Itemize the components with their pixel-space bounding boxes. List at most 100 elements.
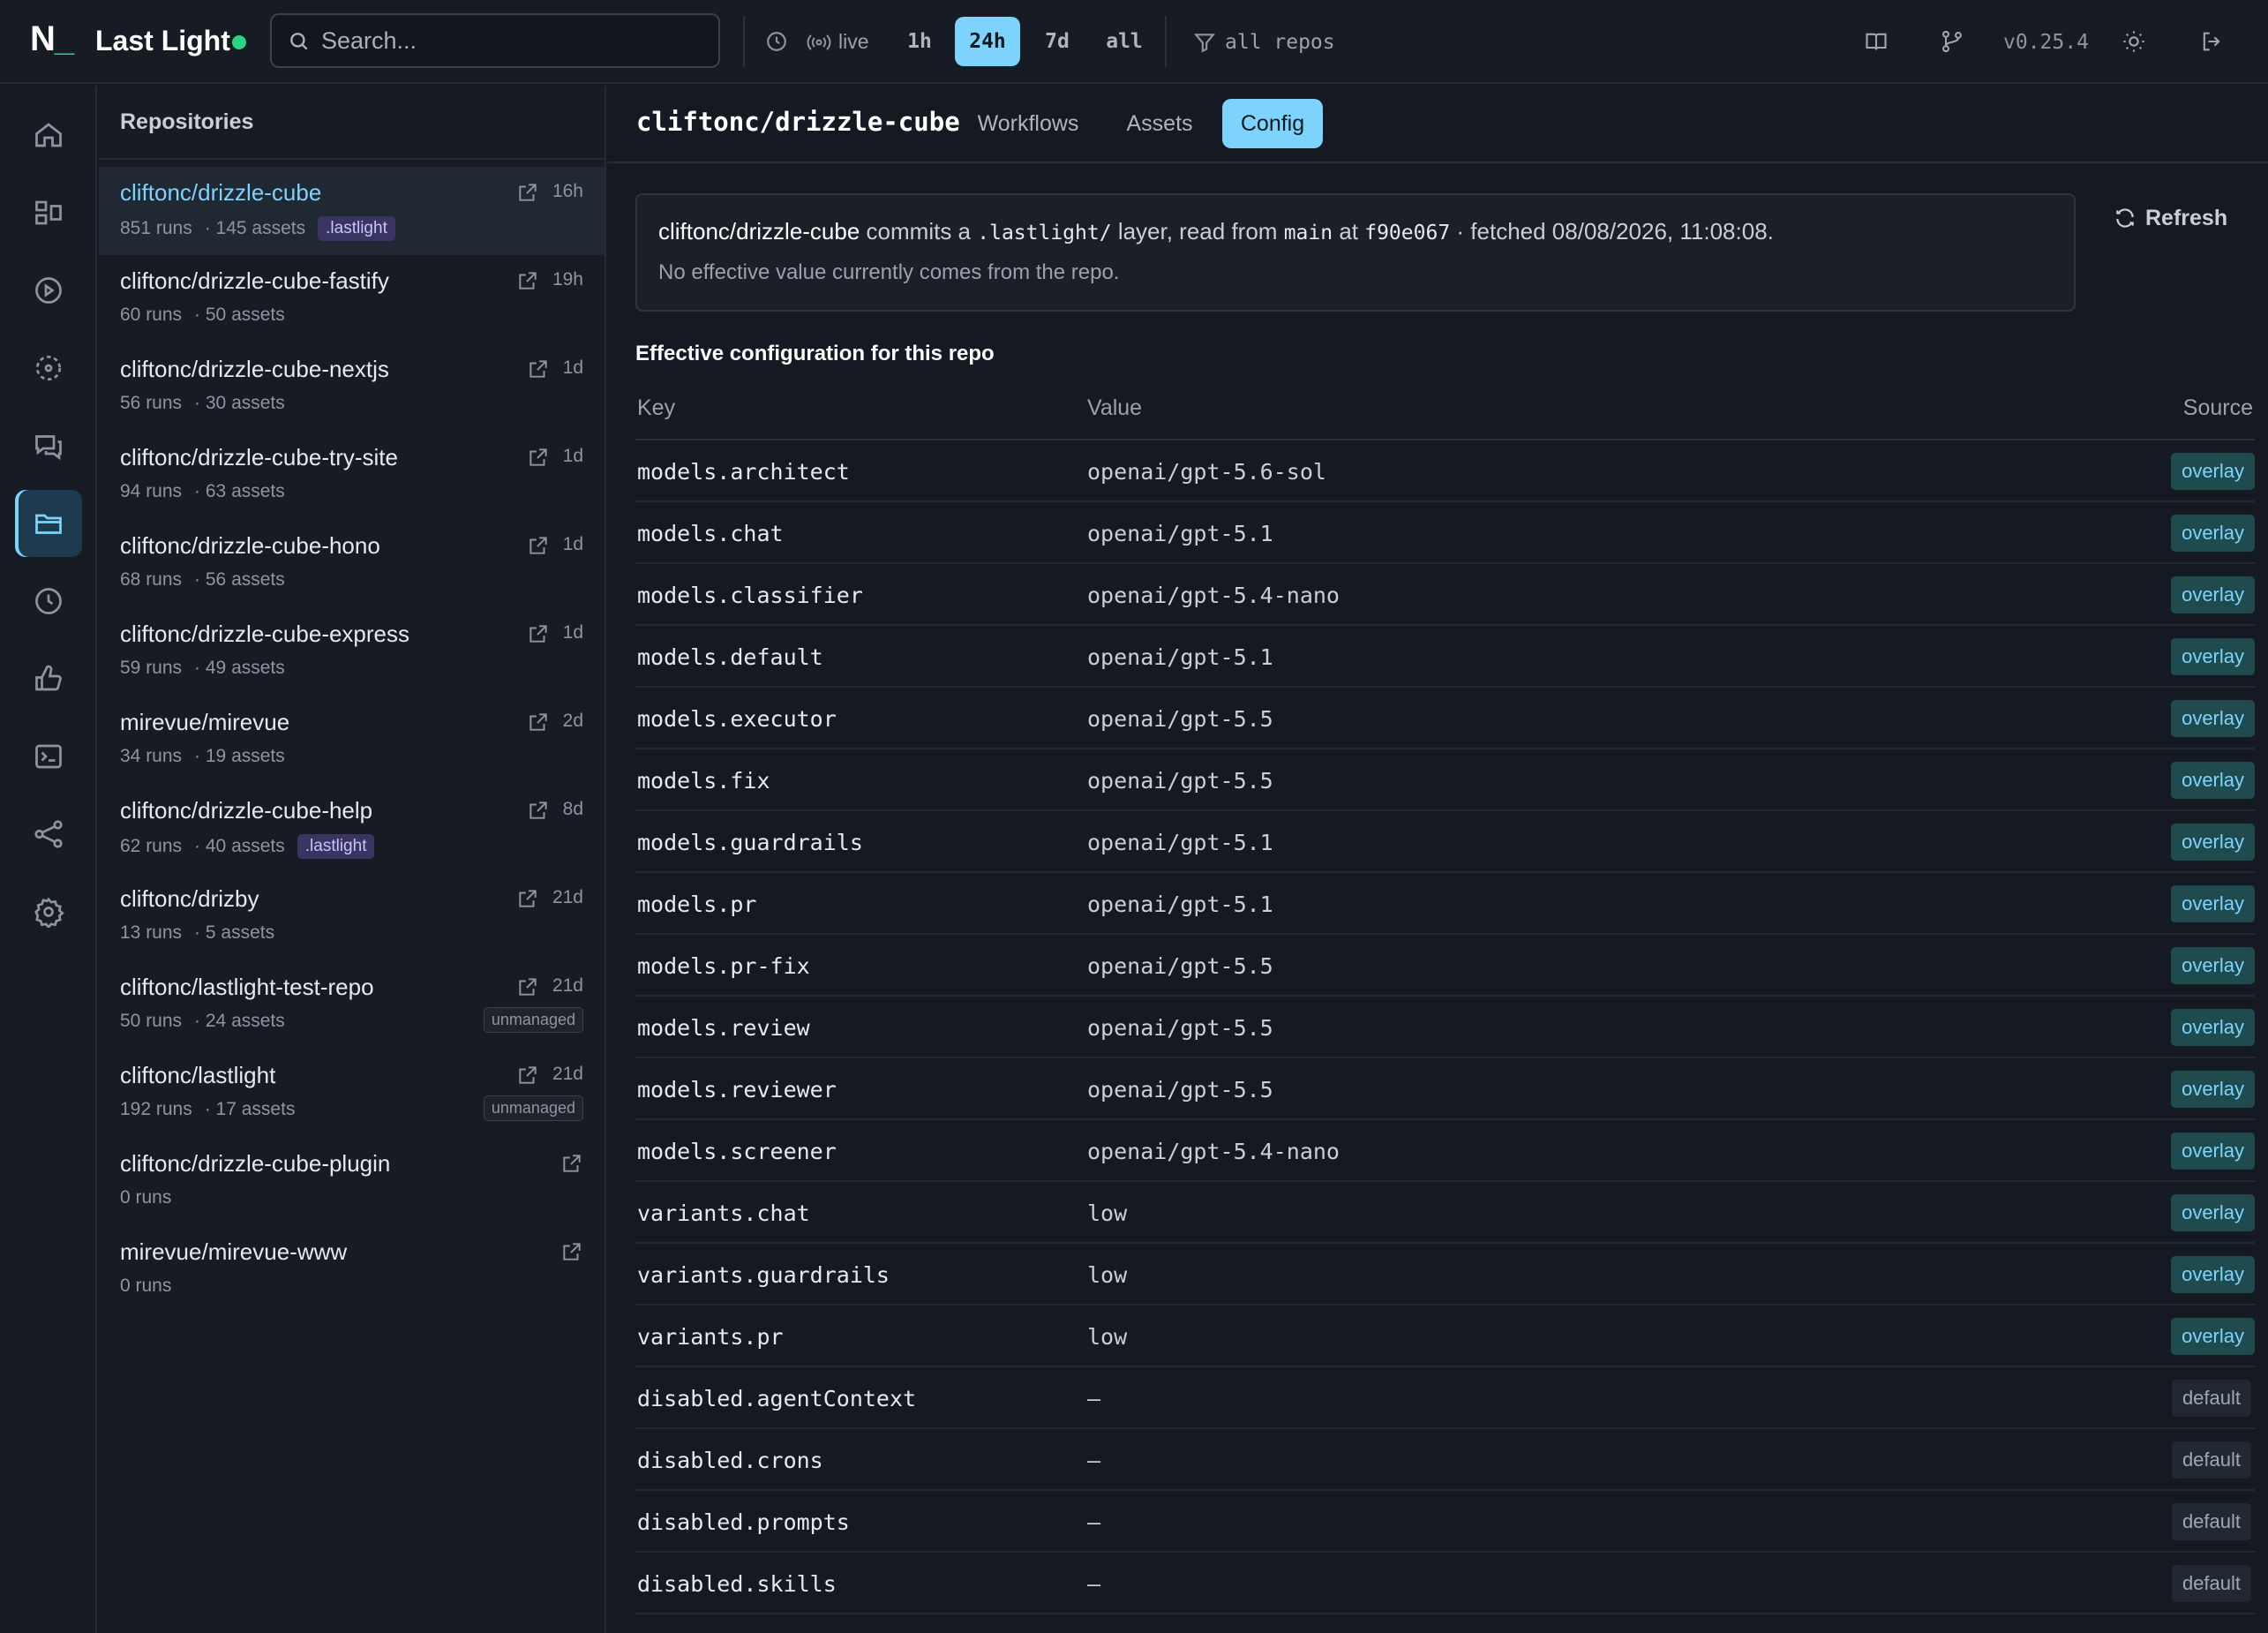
repo-last-activity: 16h	[552, 181, 583, 201]
nav-home[interactable]	[15, 102, 82, 169]
nav-terminal[interactable]	[15, 723, 82, 790]
table-row: disabled.agentContext — default	[635, 1367, 2255, 1429]
table-row: variants.pr low overlay	[635, 1306, 2255, 1367]
divider	[1165, 16, 1167, 67]
external-link-icon[interactable]	[516, 1064, 539, 1087]
repo-assets: · 19 assets	[194, 746, 285, 766]
external-link-icon[interactable]	[560, 1152, 583, 1175]
repo-list-item[interactable]: cliftonc/lastlight-test-repo 50 runs · 24 …	[99, 961, 605, 1050]
external-link-icon[interactable]	[516, 975, 539, 998]
config-key: models.review	[637, 1014, 810, 1041]
external-link-icon[interactable]	[527, 446, 550, 469]
config-key: models.default	[637, 643, 823, 670]
range-all[interactable]: all	[1101, 17, 1147, 66]
repo-list-item[interactable]: cliftonc/drizzle-cube-fastify 60 runs · 50…	[99, 255, 605, 343]
repo-list-item[interactable]: cliftonc/drizzle-cube-try-site 94 runs · 6…	[99, 432, 605, 520]
range-1h[interactable]: 1h	[902, 17, 937, 66]
nav-repositories[interactable]	[15, 490, 82, 557]
repo-list-item[interactable]: mirevue/mirevue 34 runs · 19 assets 2d	[99, 696, 605, 785]
repo-filter[interactable]: all repos	[1193, 0, 1335, 84]
repo-list-item[interactable]: mirevue/mirevue-www 0 runs	[99, 1226, 605, 1314]
repo-assets: · 5 assets	[194, 922, 275, 943]
repo-runs: 851 runs	[120, 218, 192, 238]
repo-list-item[interactable]: cliftonc/drizzle-cube-express 59 runs · 49…	[99, 608, 605, 696]
range-7d[interactable]: 7d	[1040, 17, 1075, 66]
source-badge: overlay	[2171, 638, 2255, 675]
git-branch-icon[interactable]	[1934, 24, 1970, 59]
repo-list-item[interactable]: cliftonc/drizzle-cube-hono 68 runs · 56 as…	[99, 520, 605, 608]
config-key: variants.guardrails	[637, 1261, 890, 1288]
repo-runs: 0 runs	[120, 1187, 172, 1208]
sun-icon[interactable]	[2116, 24, 2152, 59]
external-link-icon[interactable]	[527, 622, 550, 645]
nav-share[interactable]	[15, 801, 82, 868]
live-status-dot	[232, 35, 246, 49]
source-badge: overlay	[2171, 824, 2255, 861]
search-input[interactable]: Search...	[270, 13, 720, 68]
tab-config[interactable]: Config	[1222, 99, 1323, 148]
repo-list-item[interactable]: cliftonc/drizzle-cube-help 62 runs · 40 as…	[99, 785, 605, 873]
nav-layout[interactable]	[15, 179, 82, 246]
source-badge: overlay	[2171, 576, 2255, 613]
live-toggle[interactable]: live	[807, 0, 869, 84]
config-value: —	[1087, 1385, 1101, 1411]
external-link-icon[interactable]	[560, 1240, 583, 1263]
source-badge: overlay	[2171, 453, 2255, 490]
config-key: variants.chat	[637, 1200, 810, 1226]
repo-runs: 50 runs	[120, 1011, 183, 1031]
repo-list-item[interactable]: cliftonc/lastlight 192 runs · 17 assets 21d…	[99, 1050, 605, 1138]
nav-runs[interactable]	[15, 257, 82, 324]
nav-chat[interactable]	[15, 412, 82, 479]
repo-meta: 0 runs	[120, 1276, 171, 1297]
repo-meta: 62 runs · 40 assets .lastlight	[120, 834, 375, 859]
config-key: models.architect	[637, 458, 850, 485]
repo-list-item[interactable]: cliftonc/drizby 13 runs · 5 assets 21d	[99, 873, 605, 961]
nav-feedback[interactable]	[15, 645, 82, 712]
config-key: models.classifier	[637, 582, 863, 608]
book-icon[interactable]	[1859, 24, 1894, 59]
app-logo[interactable]: N_	[30, 19, 74, 59]
repo-runs: 56 runs	[120, 393, 183, 413]
nav-rail	[0, 86, 97, 1633]
table-row: disabled.crons — default	[635, 1429, 2255, 1491]
config-value: low	[1087, 1261, 1128, 1288]
config-key: models.executor	[637, 705, 837, 732]
config-key: disabled.agentContext	[637, 1385, 917, 1411]
external-link-icon[interactable]	[527, 799, 550, 822]
nav-scan[interactable]	[15, 335, 82, 402]
logout-icon[interactable]	[2194, 24, 2229, 59]
repo-name: cliftonc/drizzle-cube-hono	[120, 532, 380, 559]
clock-icon[interactable]	[759, 24, 794, 59]
external-link-icon[interactable]	[516, 887, 539, 910]
repo-last-activity: 1d	[562, 622, 583, 643]
config-value: openai/gpt-5.1	[1087, 829, 1273, 855]
repo-name: cliftonc/drizzle-cube-plugin	[120, 1150, 391, 1177]
external-link-icon[interactable]	[516, 181, 539, 204]
table-row: models.executor openai/gpt-5.5 overlay	[635, 688, 2255, 749]
range-24h[interactable]: 24h	[955, 17, 1020, 66]
tab-assets[interactable]: Assets	[1120, 99, 1199, 148]
nav-settings[interactable]	[15, 878, 82, 945]
config-value: openai/gpt-5.6-sol	[1087, 458, 1326, 485]
folder-icon	[35, 514, 62, 534]
repo-runs: 62 runs	[120, 836, 183, 856]
table-row: models.architect openai/gpt-5.6-sol overla…	[635, 440, 2255, 502]
config-value: openai/gpt-5.5	[1087, 1014, 1273, 1041]
info-sha: f90e067	[1364, 222, 1451, 245]
repo-list-item[interactable]: cliftonc/drizzle-cube-nextjs 56 runs · 30 …	[99, 343, 605, 432]
config-key: models.fix	[637, 767, 770, 794]
tab-workflows[interactable]: Workflows	[973, 99, 1083, 148]
external-link-icon[interactable]	[527, 357, 550, 380]
external-link-icon[interactable]	[527, 711, 550, 734]
table-row: variants.chat low overlay	[635, 1182, 2255, 1244]
repo-assets: · 40 assets	[194, 836, 285, 856]
external-link-icon[interactable]	[516, 269, 539, 292]
nav-history[interactable]	[15, 568, 82, 635]
repo-list-item[interactable]: cliftonc/drizzle-cube-plugin 0 runs	[99, 1138, 605, 1226]
external-link-icon[interactable]	[527, 534, 550, 557]
repository-panel: Repositories cliftonc/drizzle-cube 851 ru…	[99, 86, 606, 1633]
repo-assets: · 30 assets	[194, 393, 285, 413]
repo-list-item[interactable]: cliftonc/drizzle-cube 851 runs · 145 asset…	[99, 167, 605, 255]
refresh-button[interactable]: Refresh	[2114, 200, 2227, 236]
home-icon	[35, 123, 62, 147]
